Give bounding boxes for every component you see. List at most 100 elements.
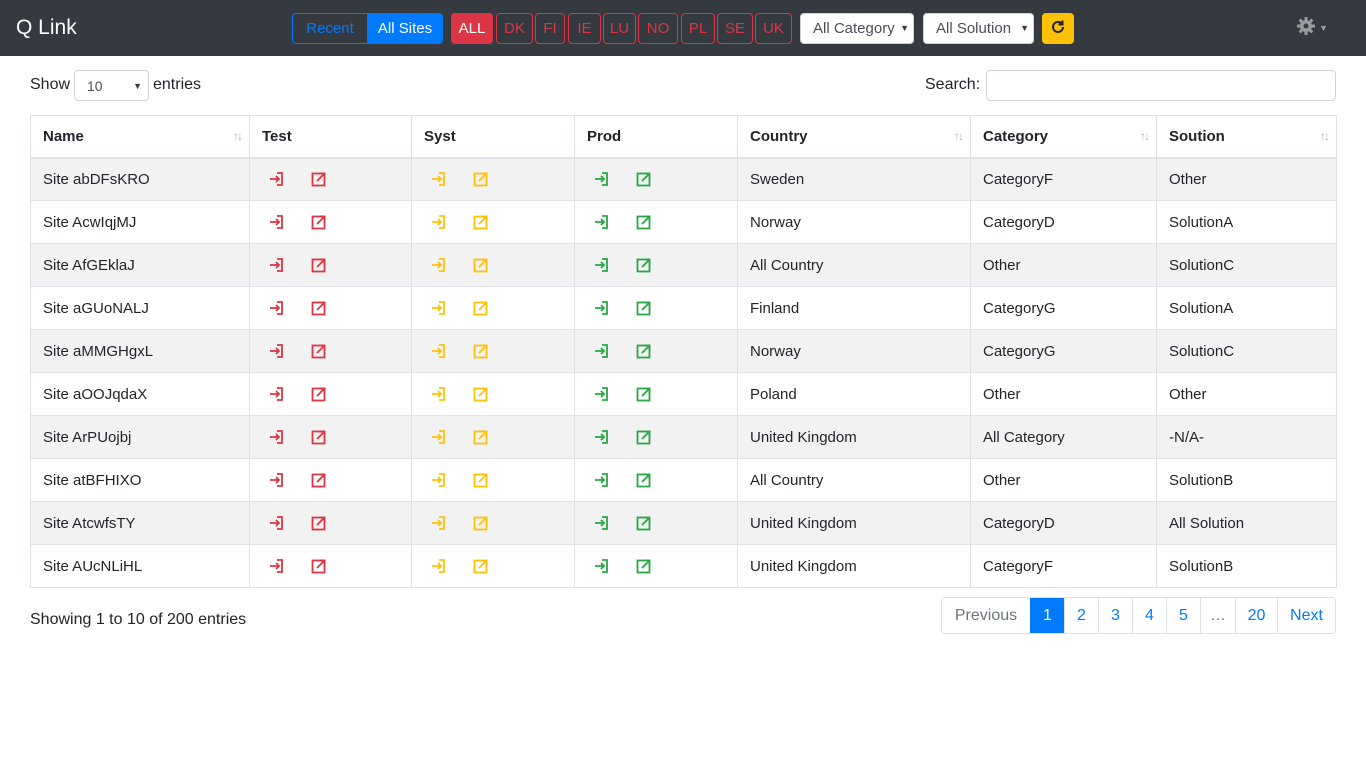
sign-in-icon[interactable] (593, 170, 611, 188)
sign-in-icon[interactable] (593, 385, 611, 403)
sign-in-icon[interactable] (430, 299, 448, 317)
country-button-fi[interactable]: FI (535, 13, 565, 44)
previous-page-button[interactable]: Previous (942, 598, 1030, 633)
external-link-icon[interactable] (472, 471, 490, 489)
external-link-icon[interactable] (310, 557, 328, 575)
external-link-icon[interactable] (635, 428, 653, 446)
page-button-1[interactable]: 1 (1030, 598, 1064, 633)
syst-links (430, 557, 562, 575)
sign-in-icon[interactable] (268, 256, 286, 274)
sign-in-icon[interactable] (593, 299, 611, 317)
sign-in-icon[interactable] (593, 213, 611, 231)
column-header-category[interactable]: Category ↑↓ (970, 115, 1157, 159)
sign-in-icon[interactable] (268, 299, 286, 317)
external-link-icon[interactable] (472, 299, 490, 317)
external-link-icon[interactable] (472, 428, 490, 446)
external-link-icon[interactable] (635, 170, 653, 188)
sign-in-icon[interactable] (430, 256, 448, 274)
external-link-icon[interactable] (635, 213, 653, 231)
sign-in-icon[interactable] (593, 428, 611, 446)
sign-in-icon[interactable] (430, 514, 448, 532)
sign-in-icon[interactable] (593, 256, 611, 274)
country-button-lu[interactable]: LU (603, 13, 636, 44)
country-button-uk[interactable]: UK (755, 13, 792, 44)
sign-in-icon[interactable] (268, 428, 286, 446)
page-button-5[interactable]: 5 (1166, 598, 1200, 633)
settings-menu-button[interactable]: ▼ (1296, 16, 1332, 40)
sign-in-icon[interactable] (593, 557, 611, 575)
sign-in-icon[interactable] (268, 385, 286, 403)
category-select[interactable]: All Category ▼ (800, 13, 914, 44)
country-button-pl[interactable]: PL (681, 13, 715, 44)
country-button-dk[interactable]: DK (496, 13, 533, 44)
external-link-icon[interactable] (472, 557, 490, 575)
external-link-icon[interactable] (635, 471, 653, 489)
sign-in-icon[interactable] (268, 342, 286, 360)
external-link-icon[interactable] (310, 514, 328, 532)
sign-in-icon[interactable] (430, 471, 448, 489)
external-link-icon[interactable] (635, 256, 653, 274)
country-button-ie[interactable]: IE (568, 13, 601, 44)
external-link-icon[interactable] (635, 299, 653, 317)
external-link-icon[interactable] (310, 256, 328, 274)
sign-in-icon[interactable] (430, 170, 448, 188)
test-links-cell (249, 372, 412, 416)
country-button-no[interactable]: NO (638, 13, 678, 44)
external-link-icon[interactable] (472, 385, 490, 403)
column-header-label: Name (43, 127, 84, 145)
external-link-icon[interactable] (635, 557, 653, 575)
column-header-name[interactable]: Name ↑↓ (30, 115, 250, 159)
sign-in-icon[interactable] (268, 514, 286, 532)
sign-in-icon[interactable] (593, 471, 611, 489)
all-sites-button[interactable]: All Sites (367, 13, 443, 44)
solution-select[interactable]: All Solution ▼ (923, 13, 1034, 44)
column-header-solution[interactable]: Soution ↑↓ (1156, 115, 1337, 159)
page-button-20[interactable]: 20 (1235, 598, 1277, 633)
page-button-2[interactable]: 2 (1064, 598, 1098, 633)
country-cell: All Country (737, 243, 971, 287)
sign-in-icon[interactable] (430, 385, 448, 403)
next-page-button[interactable]: Next (1277, 598, 1335, 633)
country-button-all[interactable]: ALL (451, 13, 493, 44)
page-button-3[interactable]: 3 (1098, 598, 1132, 633)
page-button-4[interactable]: 4 (1132, 598, 1166, 633)
column-header-country[interactable]: Country ↑↓ (737, 115, 971, 159)
external-link-icon[interactable] (635, 514, 653, 532)
external-link-icon[interactable] (310, 385, 328, 403)
external-link-icon[interactable] (635, 342, 653, 360)
external-link-icon[interactable] (310, 428, 328, 446)
solution-cell: SolutionC (1156, 329, 1337, 373)
external-link-icon[interactable] (635, 385, 653, 403)
prod-links-cell (574, 372, 738, 416)
app-title[interactable]: Q Link (16, 14, 77, 42)
sign-in-icon[interactable] (268, 213, 286, 231)
sign-in-icon[interactable] (430, 557, 448, 575)
column-header-label: Country (750, 127, 808, 145)
external-link-icon[interactable] (310, 170, 328, 188)
search-input[interactable] (986, 70, 1336, 101)
sign-in-icon[interactable] (430, 213, 448, 231)
sign-in-icon[interactable] (593, 342, 611, 360)
sign-in-icon[interactable] (430, 342, 448, 360)
country-button-se[interactable]: SE (717, 13, 753, 44)
external-link-icon[interactable] (472, 256, 490, 274)
sign-in-icon[interactable] (268, 471, 286, 489)
external-link-icon[interactable] (472, 170, 490, 188)
sign-in-icon[interactable] (268, 557, 286, 575)
test-links-cell (249, 200, 412, 244)
external-link-icon[interactable] (310, 471, 328, 489)
external-link-icon[interactable] (472, 342, 490, 360)
refresh-button[interactable] (1042, 13, 1074, 44)
entries-per-page-select[interactable]: 10 ▼ (74, 70, 149, 101)
sign-in-icon[interactable] (593, 514, 611, 532)
external-link-icon[interactable] (472, 514, 490, 532)
external-link-icon[interactable] (310, 299, 328, 317)
external-link-icon[interactable] (472, 213, 490, 231)
external-link-icon[interactable] (310, 342, 328, 360)
sign-in-icon[interactable] (430, 428, 448, 446)
external-link-icon[interactable] (310, 213, 328, 231)
sign-in-icon[interactable] (268, 170, 286, 188)
table-row: Site AfGEklaJ All Country Other SolutionC (30, 243, 1337, 287)
test-links-cell (249, 157, 412, 201)
recent-button[interactable]: Recent (292, 13, 368, 44)
